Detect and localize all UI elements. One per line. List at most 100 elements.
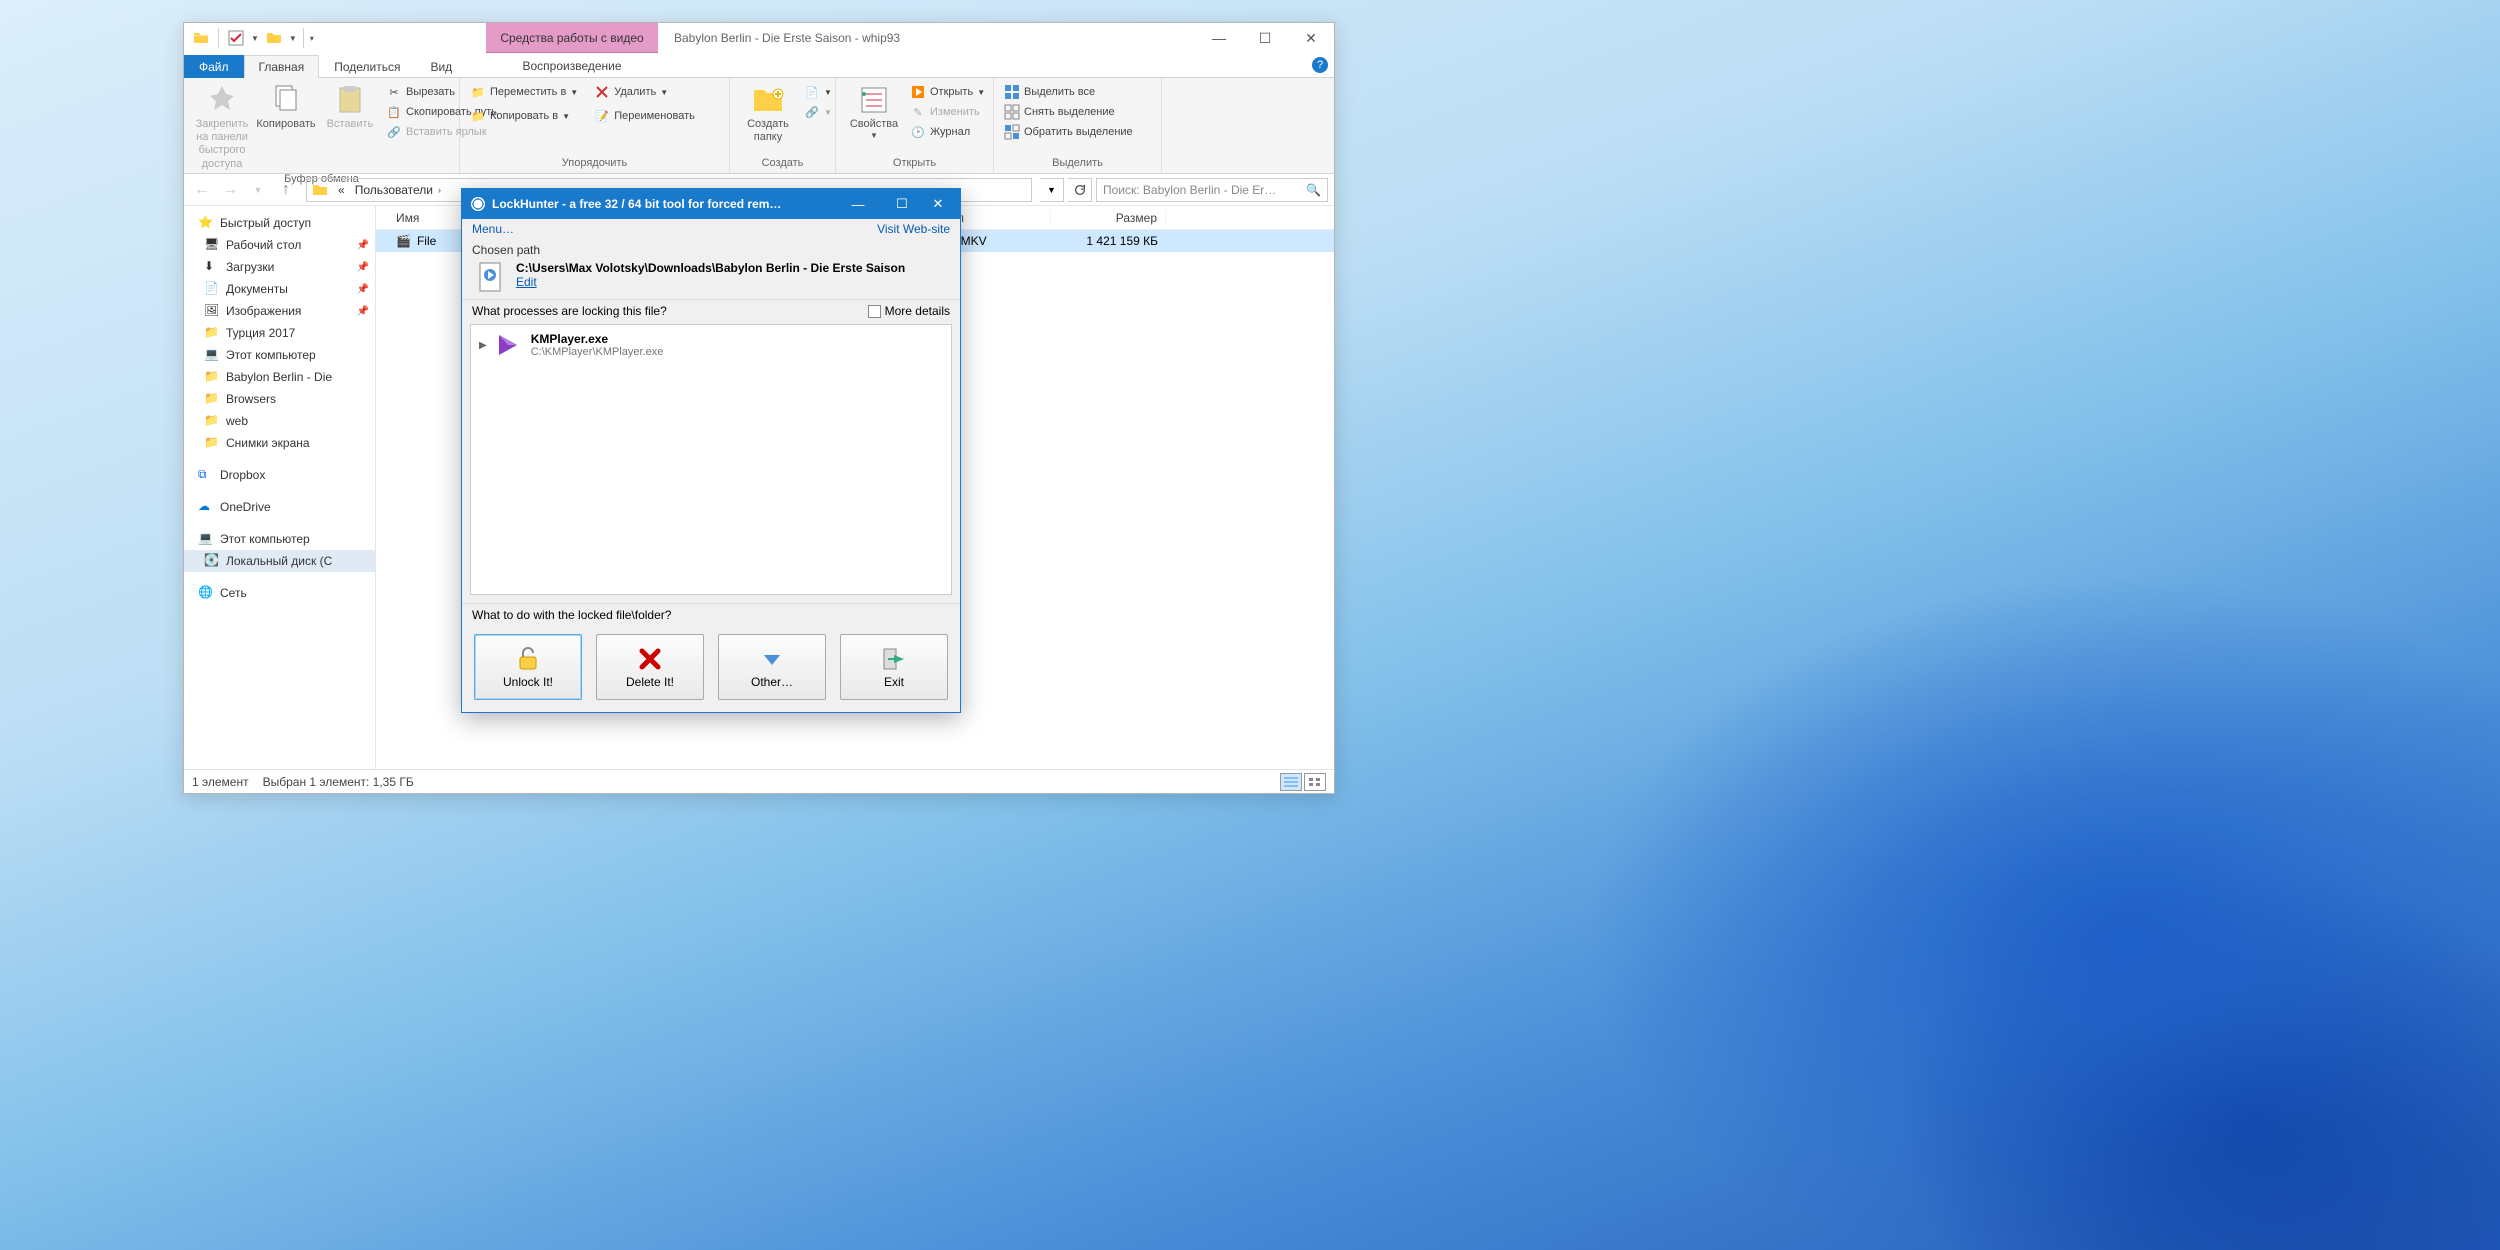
copy-to-button[interactable]: 📁Копировать в ▼	[466, 106, 582, 126]
details-view-button[interactable]	[1280, 773, 1302, 791]
col-size[interactable]: Размер	[1051, 211, 1166, 225]
disk-icon: 💽	[204, 553, 220, 569]
nav-network[interactable]: 🌐Сеть	[184, 582, 375, 604]
rename-button[interactable]: 📝Переименовать	[590, 106, 699, 126]
properties-button[interactable]: Свойства▼	[842, 80, 906, 141]
action-label: What to do with the locked file\folder?	[462, 603, 960, 626]
nav-recent-button[interactable]: ▼	[246, 178, 270, 202]
chevron-down-icon[interactable]: ▼	[289, 34, 297, 43]
more-details-checkbox[interactable]: More details	[868, 304, 950, 318]
chevron-down-icon[interactable]: ▼	[251, 34, 259, 43]
navigation-pane[interactable]: ⭐Быстрый доступ 🖥Рабочий стол📌 ⬇Загрузки…	[184, 206, 376, 769]
tab-file[interactable]: Файл	[184, 55, 244, 78]
copy-button[interactable]: Копировать	[254, 80, 318, 131]
minimize-button[interactable]: —	[836, 189, 880, 219]
ribbon: Закрепить на панели быстрого доступа Коп…	[184, 78, 1334, 174]
refresh-button[interactable]	[1068, 178, 1092, 202]
folder-icon	[190, 27, 212, 49]
video-file-icon: 🎬	[396, 234, 411, 248]
nav-folder[interactable]: 📁Browsers	[184, 388, 375, 410]
close-button[interactable]: ✕	[916, 189, 960, 219]
nav-dropbox[interactable]: ⧉Dropbox	[184, 464, 375, 486]
invert-selection-button[interactable]: Обратить выделение	[1000, 122, 1137, 142]
close-button[interactable]: ✕	[1288, 23, 1334, 53]
new-folder-button[interactable]: Создать папку	[736, 80, 800, 144]
chevron-right-icon[interactable]: ›	[438, 185, 441, 195]
search-icon: 🔍	[1306, 183, 1321, 197]
nav-this-pc-root[interactable]: 💻Этот компьютер	[184, 528, 375, 550]
tab-view[interactable]: Вид	[415, 55, 467, 78]
select-none-button[interactable]: Снять выделение	[1000, 102, 1137, 122]
paste-button[interactable]: Вставить	[318, 80, 382, 131]
nav-quick-access[interactable]: ⭐Быстрый доступ	[184, 212, 375, 234]
group-label-new: Создать	[736, 155, 829, 171]
minimize-button[interactable]: —	[1196, 23, 1242, 53]
qat-customize-icon[interactable]: ▾	[310, 34, 314, 43]
documents-icon: 📄	[204, 281, 220, 297]
nav-folder[interactable]: 📁Турция 2017	[184, 322, 375, 344]
lockhunter-titlebar[interactable]: LockHunter - a free 32 / 64 bit tool for…	[462, 189, 960, 219]
nav-forward-button[interactable]: →	[218, 178, 242, 202]
tab-home[interactable]: Главная	[244, 55, 320, 78]
nav-desktop[interactable]: 🖥Рабочий стол📌	[184, 234, 375, 256]
easy-access-button[interactable]: 🔗▼	[800, 102, 836, 122]
process-row[interactable]: ▶ KMPlayer.exe C:\KMPlayer\KMPlayer.exe	[471, 325, 951, 365]
downloads-icon: ⬇	[204, 259, 220, 275]
other-button[interactable]: Other…	[718, 634, 826, 700]
exit-button[interactable]: Exit	[840, 634, 948, 700]
lockhunter-menubar: Menu… Visit Web-site	[462, 219, 960, 239]
nav-downloads[interactable]: ⬇Загрузки📌	[184, 256, 375, 278]
delete-button[interactable]: Удалить ▼	[590, 82, 699, 102]
unlock-button[interactable]: Unlock It!	[474, 634, 582, 700]
folder-small-icon[interactable]	[263, 27, 285, 49]
expand-icon[interactable]: ▶	[479, 340, 487, 351]
pin-to-quick-access-button[interactable]: Закрепить на панели быстрого доступа	[190, 80, 254, 171]
star-icon: ⭐	[198, 215, 214, 231]
folder-icon: 📁	[204, 325, 220, 341]
nav-folder[interactable]: 📁web	[184, 410, 375, 432]
delete-button[interactable]: Delete It!	[596, 634, 704, 700]
edit-button[interactable]: ✎Изменить	[906, 102, 989, 122]
select-all-button[interactable]: Выделить все	[1000, 82, 1137, 102]
process-list[interactable]: ▶ KMPlayer.exe C:\KMPlayer\KMPlayer.exe	[470, 324, 952, 595]
new-item-icon: 📄	[804, 84, 820, 100]
ribbon-tabs: Файл Главная Поделиться Вид Воспроизведе…	[184, 53, 1334, 78]
lockhunter-title: LockHunter - a free 32 / 64 bit tool for…	[492, 197, 830, 211]
icons-view-button[interactable]	[1304, 773, 1326, 791]
maximize-button[interactable]: ☐	[1242, 23, 1288, 53]
new-item-button[interactable]: 📄▼	[800, 82, 836, 102]
edit-icon: ✎	[910, 104, 926, 120]
nav-this-pc[interactable]: 💻Этот компьютер	[184, 344, 375, 366]
edit-path-link[interactable]: Edit	[516, 275, 537, 289]
copy-icon	[270, 84, 302, 116]
pin-icon: 📌	[357, 306, 369, 317]
nav-pictures[interactable]: 🖼Изображения📌	[184, 300, 375, 322]
path-text: C:\Users\Max Volotsky\Downloads\Babylon …	[516, 261, 905, 275]
address-dropdown-button[interactable]: ▼	[1040, 178, 1064, 202]
contextual-tab-video[interactable]: Средства работы с видео	[486, 23, 658, 53]
group-label-open: Открыть	[842, 155, 987, 171]
nav-onedrive[interactable]: ☁OneDrive	[184, 496, 375, 518]
checkbox-icon[interactable]	[225, 27, 247, 49]
nav-folder[interactable]: 📁Babylon Berlin - Die	[184, 366, 375, 388]
menu-link[interactable]: Menu…	[472, 222, 514, 236]
breadcrumb-users[interactable]: Пользователи	[350, 183, 438, 197]
nav-documents[interactable]: 📄Документы📌	[184, 278, 375, 300]
website-link[interactable]: Visit Web-site	[877, 222, 950, 236]
search-input[interactable]: Поиск: Babylon Berlin - Die Er… 🔍	[1096, 178, 1328, 202]
video-file-icon	[476, 261, 508, 293]
tab-share[interactable]: Поделиться	[319, 55, 415, 78]
tab-playback[interactable]: Воспроизведение	[486, 55, 658, 77]
folder-icon: 📁	[204, 391, 220, 407]
open-button[interactable]: Открыть ▼	[906, 82, 989, 102]
move-to-button[interactable]: 📁Переместить в ▼	[466, 82, 582, 102]
nav-local-disk[interactable]: 💽Локальный диск (C	[184, 550, 375, 572]
breadcrumb-back[interactable]: «	[333, 183, 350, 197]
history-button[interactable]: 🕑Журнал	[906, 122, 989, 142]
folder-icon: 📁	[204, 435, 220, 451]
nav-up-button[interactable]: ↑	[274, 178, 298, 202]
titlebar[interactable]: ▼ ▼ ▾ Средства работы с видео Babylon Be…	[184, 23, 1334, 53]
help-icon[interactable]: ?	[1312, 57, 1328, 73]
nav-folder[interactable]: 📁Снимки экрана	[184, 432, 375, 454]
nav-back-button[interactable]: ←	[190, 178, 214, 202]
